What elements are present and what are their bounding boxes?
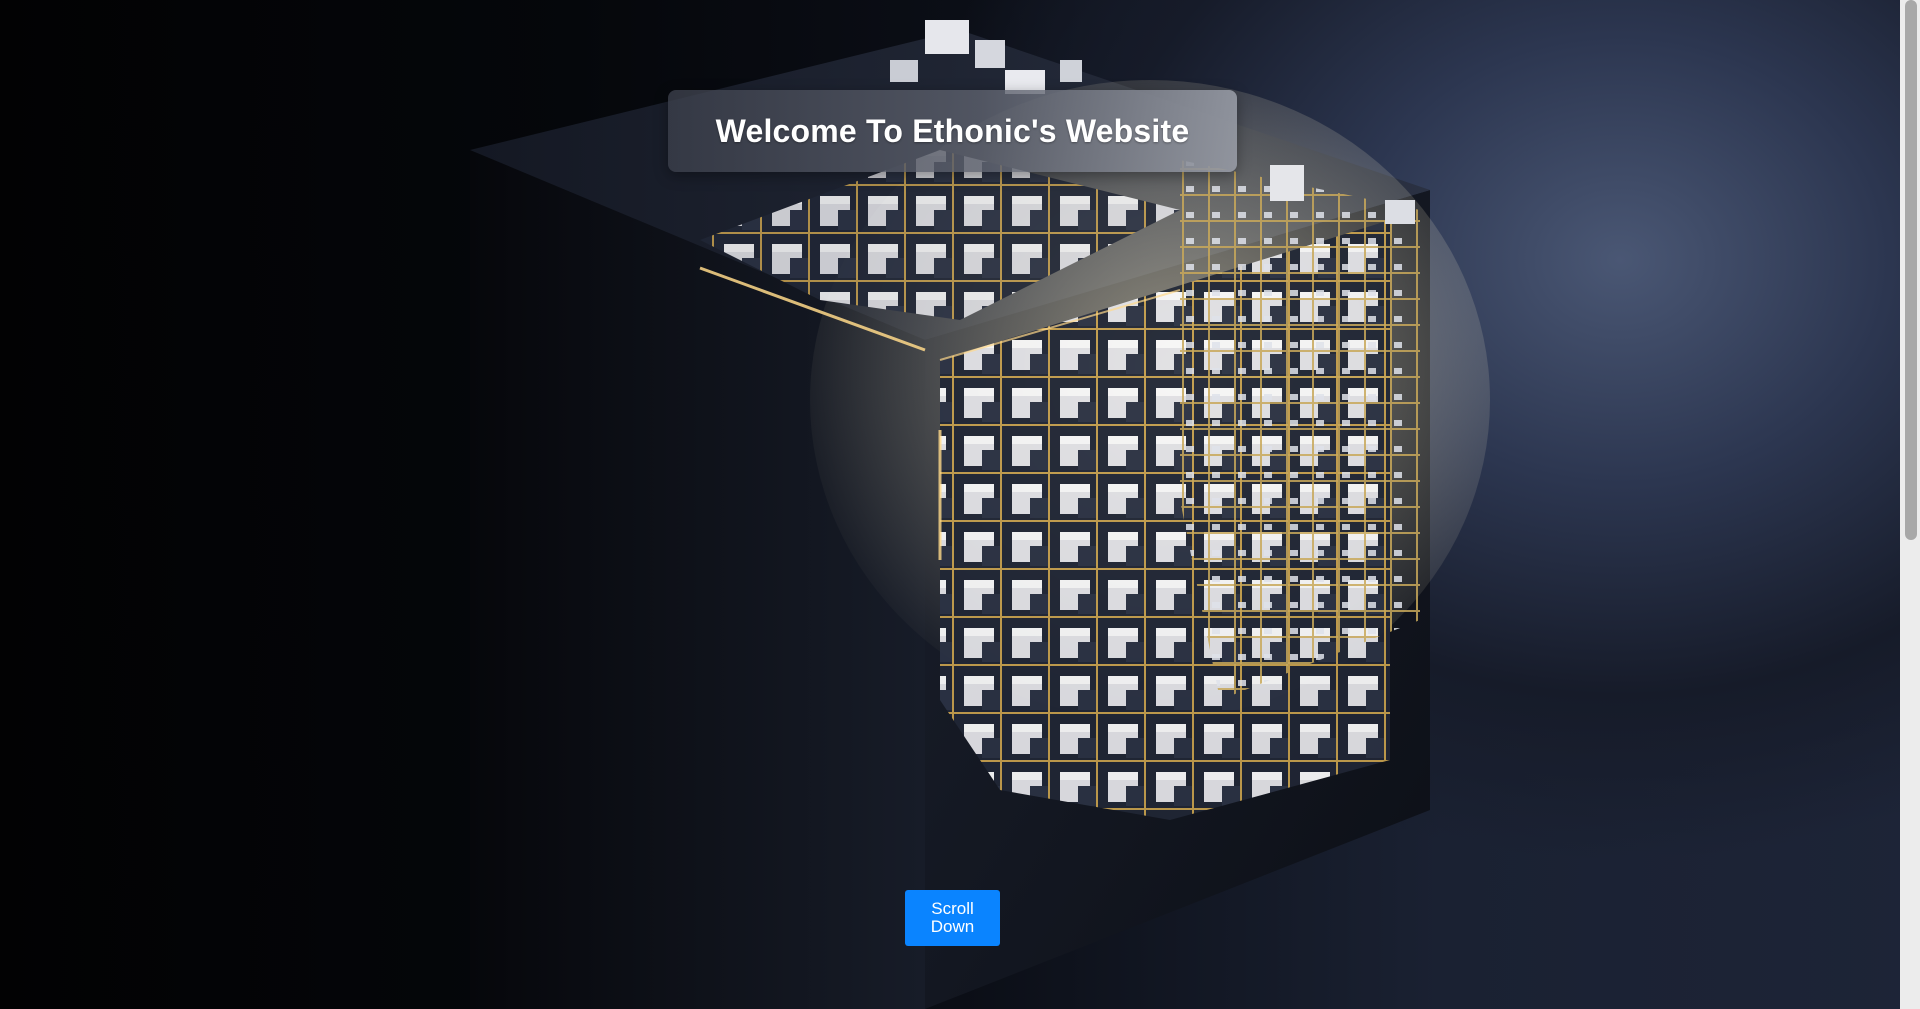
scrollbar-thumb[interactable] bbox=[1905, 0, 1917, 540]
welcome-banner: Welcome To Ethonic's Website bbox=[668, 90, 1237, 172]
page-scrollbar[interactable] bbox=[1900, 0, 1920, 1009]
page-title: Welcome To Ethonic's Website bbox=[715, 112, 1190, 149]
hero-section: Welcome To Ethonic's Website Scroll Down bbox=[0, 0, 1920, 1009]
scroll-down-button[interactable]: Scroll Down bbox=[905, 890, 1000, 946]
